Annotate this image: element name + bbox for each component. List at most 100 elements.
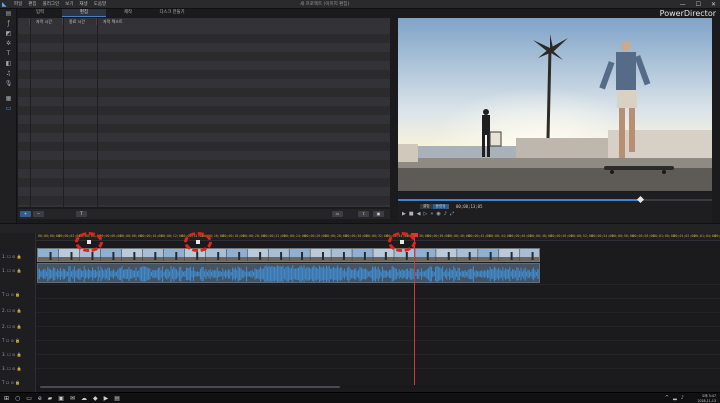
chevron-up-icon[interactable]: ^ (665, 395, 669, 401)
track-header-title-1[interactable]: T ☐ ⊙ 🔒 (2, 291, 35, 299)
tab-create-disc[interactable]: 디스크 만들기 (150, 9, 194, 17)
video-clip[interactable] (37, 248, 540, 262)
text-format-button[interactable]: T (76, 211, 87, 217)
menu-playback[interactable]: 재생 (79, 0, 87, 9)
clip-mode-button[interactable]: 클립 (420, 204, 433, 209)
column-divider (97, 18, 98, 207)
timeline-scrollbar[interactable] (36, 385, 720, 389)
timeline-toolbar (0, 223, 720, 233)
clip-thumbnail (415, 249, 436, 261)
ruler-tick-label: 00;00;50;00 (550, 234, 573, 238)
media-room-icon[interactable]: ▤ (4, 10, 13, 18)
subtitle-room-icon[interactable]: ▭ (4, 105, 13, 113)
track-headers: 1. ☐ ⊙ 🔒 1. ☐ ⊙ 🔒 T ☐ ⊙ 🔒 2. ☐ ⊙ 🔒 2. ☐ … (0, 233, 36, 393)
fast-forward-icon[interactable]: » (430, 211, 433, 218)
ruler-tick-label: 00;00;54;00 (591, 234, 614, 238)
header-end-time[interactable]: 종료 시간 (63, 18, 97, 25)
fullscreen-icon[interactable]: ⤢ (450, 211, 454, 218)
stop-icon[interactable]: ■ (409, 211, 414, 218)
clip-thumbnail (478, 249, 499, 261)
ruler-tick-label: 00;00;12;00 (161, 234, 183, 238)
menu-edit[interactable]: 편집 (28, 0, 36, 9)
preview-scrubber[interactable] (398, 195, 712, 204)
tab-edit[interactable]: 편집 (62, 9, 106, 17)
play-icon[interactable]: ▶ (402, 211, 406, 218)
store-icon[interactable]: ▣ (58, 394, 64, 403)
transition-room-icon[interactable]: ◧ (4, 60, 13, 68)
remove-subtitle-button[interactable]: − (33, 211, 44, 217)
menu-plugins[interactable]: 플러그인 (43, 0, 60, 9)
maximize-button[interactable]: ☐ (696, 0, 701, 9)
clip-thumbnail (121, 249, 143, 261)
track-header-audio-2[interactable]: 2. ☐ ⊙ 🔒 (2, 323, 35, 331)
volume-icon[interactable]: ♪ (681, 395, 684, 401)
title-room-icon[interactable]: T (4, 50, 13, 58)
track-header-audio-1[interactable]: 1. ☐ ⊙ 🔒 (2, 267, 35, 275)
minimize-button[interactable]: — (680, 0, 686, 9)
scrollbar-thumb[interactable] (40, 386, 340, 388)
volume-icon[interactable]: ♪ (444, 211, 447, 218)
highlight-circle (75, 232, 103, 252)
chapter-room-icon[interactable]: ▦ (4, 95, 13, 103)
subtitle-table: 자막 시간 종료 시간 자막 텍스트 (18, 18, 390, 207)
mail-icon[interactable]: ✉ (70, 394, 75, 403)
pip-room-icon[interactable]: ◩ (4, 30, 13, 38)
settings-button[interactable]: ▣ (373, 211, 384, 217)
voice-over-icon[interactable]: 🎙 (4, 80, 13, 88)
header-subtitle-text[interactable]: 자막 텍스트 (97, 18, 390, 25)
scrubber-progress (398, 199, 640, 201)
audio-clip[interactable] (37, 263, 540, 283)
audio-mixing-icon[interactable]: ♫ (4, 70, 13, 78)
track-header-title-2[interactable]: T ☐ ⊙ 🔒 (2, 337, 35, 345)
search-icon[interactable]: ○ (15, 394, 20, 403)
app-icon[interactable]: ◆ (93, 394, 98, 403)
track-header-audio-3[interactable]: 3. ☐ ⊙ 🔒 (2, 365, 35, 373)
header-start-time[interactable]: 자막 시간 (30, 18, 63, 25)
taskbar-clock[interactable]: 오후 5:47 2018-11-13 (697, 394, 716, 403)
snapshot-icon[interactable]: ◉ (436, 211, 440, 218)
table-rows[interactable] (18, 25, 390, 207)
particle-room-icon[interactable]: ✲ (4, 40, 13, 48)
import-subtitle-button[interactable]: ▭ (332, 211, 343, 217)
add-subtitle-button[interactable]: + (20, 211, 31, 217)
clip-thumbnail (205, 249, 227, 261)
export-subtitle-button[interactable]: ⇪ (358, 211, 369, 217)
previous-frame-icon[interactable]: ◀ (417, 211, 421, 218)
clock-date: 2018-11-13 (697, 398, 716, 403)
cloud-icon[interactable]: ☁ (81, 394, 87, 403)
track-header-video-1[interactable]: 1. ☐ ⊙ 🔒 (2, 253, 35, 261)
explorer-icon[interactable]: ▰ (48, 394, 53, 403)
track-separator (36, 312, 720, 313)
timeline-ruler[interactable]: 00;00;00;00 00;00;02;00 00;00;04;00 00;00;0… (36, 233, 720, 241)
room-toolbar: ▤ ƒ ◩ ✲ T ◧ ♫ 🎙 ▦ ▭ (0, 9, 17, 223)
start-icon[interactable]: ⊞ (4, 394, 9, 403)
menu-help[interactable]: 도움말 (94, 0, 106, 9)
ruler-tick-label: 00;00;24;00 (284, 234, 306, 238)
next-frame-icon[interactable]: ▷ (423, 211, 427, 218)
network-icon[interactable]: ▂ (673, 395, 677, 401)
movie-mode-button[interactable]: 동영상 (432, 204, 449, 209)
menu-file[interactable]: 파일 (14, 0, 22, 9)
edge-icon[interactable]: e (38, 394, 42, 403)
task-view-icon[interactable]: ▭ (26, 394, 32, 403)
preview-timecode[interactable]: 00;00;13;05 (456, 204, 483, 209)
track-header-title-3[interactable]: T ☐ ⊙ 🔒 (2, 379, 35, 387)
clip-thumbnail (100, 249, 122, 261)
scrubber-handle[interactable] (636, 195, 644, 204)
track-number: T (2, 292, 5, 297)
track-header-video-3[interactable]: 3. ☐ ⊙ 🔒 (2, 351, 35, 359)
ruler-tick-label: 00;01;02;00 (673, 234, 696, 238)
close-button[interactable]: ✕ (711, 0, 716, 9)
track-number: 1. (2, 254, 6, 259)
tab-capture[interactable]: 입력 (18, 9, 62, 17)
app-icon[interactable]: ▤ (114, 394, 120, 403)
playhead-line[interactable] (414, 233, 415, 385)
fx-room-icon[interactable]: ƒ (4, 20, 13, 28)
tab-produce[interactable]: 제작 (106, 9, 150, 17)
video-preview[interactable] (398, 18, 712, 191)
powerdirector-taskbar-icon[interactable]: ▶ (104, 394, 109, 403)
track-header-video-2[interactable]: 2. ☐ ⊙ 🔒 (2, 307, 35, 315)
menu-view[interactable]: 보기 (65, 0, 73, 9)
track-separator (36, 298, 720, 299)
playback-buttons: ▶ ■ ◀ ▷ » ◉ ♪ ⤢ (402, 211, 454, 218)
